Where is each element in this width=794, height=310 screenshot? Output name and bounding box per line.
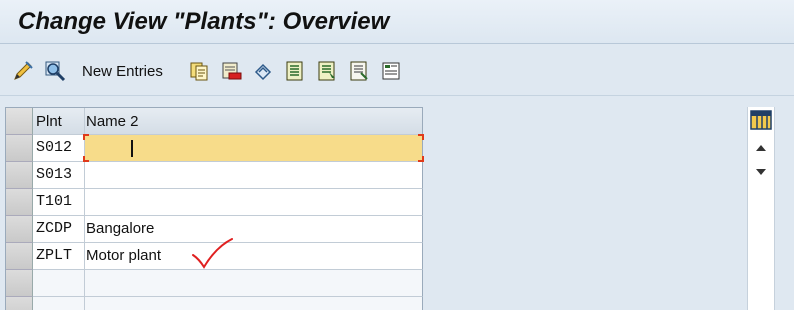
table-settings-icon[interactable] (747, 107, 775, 133)
copy-as-icon[interactable] (188, 60, 210, 82)
table-row: T101 (6, 189, 424, 216)
select-all-icon[interactable] (284, 60, 306, 82)
name2-input[interactable] (85, 270, 423, 297)
name2-value: Motor plant (86, 247, 162, 264)
plnt-cell: T101 (33, 189, 85, 216)
row-selector[interactable] (6, 189, 33, 216)
title-bar: Change View "Plants": Overview (0, 0, 794, 44)
row-selector[interactable] (6, 297, 33, 310)
display-change-icon[interactable] (12, 60, 34, 82)
application-toolbar: New Entries (0, 46, 794, 96)
print-standard-list-icon[interactable] (380, 60, 402, 82)
row-selector[interactable] (6, 243, 33, 270)
page-title: Change View "Plants": Overview (18, 8, 390, 35)
new-entries-button[interactable]: New Entries (82, 63, 163, 80)
text-cursor (131, 140, 133, 157)
row-selector[interactable] (6, 216, 33, 243)
find-icon[interactable] (44, 60, 66, 82)
row-selector[interactable] (6, 270, 33, 297)
name2-input[interactable] (85, 162, 423, 189)
vertical-scrollbar[interactable] (747, 107, 775, 310)
plnt-cell (33, 270, 85, 297)
plants-table: Plnt Name 2 S012 S013 T101 ZCDP Bangalor… (5, 107, 424, 310)
select-block-icon[interactable] (316, 60, 338, 82)
undo-change-icon[interactable] (252, 60, 274, 82)
name2-input[interactable] (85, 297, 423, 310)
row-selector[interactable] (6, 135, 33, 162)
name2-input[interactable]: Motor plant (85, 238, 423, 270)
table-row (6, 270, 424, 297)
plnt-cell: ZCDP (33, 216, 85, 243)
scroll-up-icon[interactable] (751, 139, 771, 157)
name2-input[interactable] (85, 189, 423, 216)
name2-input[interactable]: Bangalore (85, 216, 423, 243)
row-selector[interactable] (6, 162, 33, 189)
checkmark-annotation-icon (192, 238, 233, 269)
focus-corner (83, 134, 89, 140)
table-row: S013 (6, 162, 424, 189)
deselect-all-icon[interactable] (348, 60, 370, 82)
scroll-down-icon[interactable] (751, 163, 771, 181)
select-all-cell[interactable] (6, 108, 33, 135)
plnt-cell (33, 297, 85, 310)
plnt-cell: S012 (33, 135, 85, 162)
table-row: S012 (6, 134, 424, 162)
table-row (6, 297, 424, 310)
plnt-cell: ZPLT (33, 243, 85, 270)
column-header-plnt[interactable]: Plnt (33, 108, 85, 135)
table-row: ZPLT Motor plant (6, 238, 424, 270)
name2-input[interactable] (83, 134, 424, 162)
focus-corner (418, 134, 424, 140)
delete-icon[interactable] (220, 60, 242, 82)
plnt-cell: S013 (33, 162, 85, 189)
column-header-name2[interactable]: Name 2 (85, 108, 423, 135)
table-header: Plnt Name 2 (6, 108, 424, 135)
